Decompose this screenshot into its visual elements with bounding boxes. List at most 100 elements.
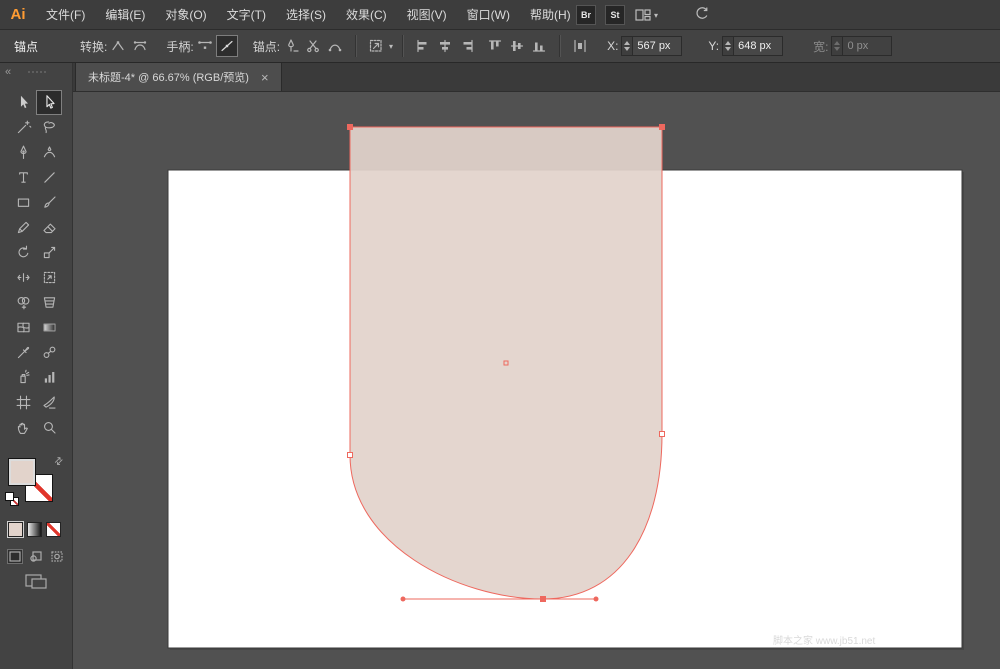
- shape-builder-tool[interactable]: [10, 290, 36, 315]
- artboard-tool[interactable]: [10, 390, 36, 415]
- magic-wand-tool[interactable]: [10, 115, 36, 140]
- rectangle-tool[interactable]: [10, 190, 36, 215]
- convert-to-smooth-button[interactable]: [129, 35, 151, 57]
- tab-close-icon[interactable]: ×: [261, 71, 269, 84]
- menu-item-2[interactable]: 对象(O): [155, 0, 216, 30]
- eraser-icon: [42, 223, 56, 234]
- direct-selection-tool[interactable]: [36, 90, 62, 115]
- curvature-tool[interactable]: [36, 140, 62, 165]
- x-stepper[interactable]: [621, 36, 633, 56]
- canvas-svg[interactable]: 脚本之家 www.jb51.net: [73, 92, 1000, 669]
- isolate-object-button[interactable]: [365, 35, 387, 57]
- width-icon: [16, 273, 30, 282]
- align-top-button[interactable]: [484, 35, 506, 57]
- hand-tool[interactable]: [10, 415, 36, 440]
- gradient-button[interactable]: [27, 522, 42, 537]
- drawing-modes: [7, 549, 65, 564]
- eyedropper-icon: [17, 346, 29, 359]
- stepper-up-icon[interactable]: [624, 41, 631, 45]
- menu-item-5[interactable]: 效果(C): [336, 0, 397, 30]
- hide-handles-button[interactable]: [215, 35, 238, 57]
- stepper-up-icon[interactable]: [725, 41, 732, 45]
- free-transform-tool[interactable]: [36, 265, 62, 290]
- pencil-tool[interactable]: [10, 215, 36, 240]
- anchor-point[interactable]: [540, 596, 546, 602]
- bridge-button[interactable]: Br: [576, 5, 596, 25]
- anchor-point[interactable]: [347, 452, 353, 458]
- workspace-switcher-button[interactable]: ▾: [634, 7, 658, 23]
- slice-tool[interactable]: [36, 390, 62, 415]
- collapse-panel-button[interactable]: «: [5, 66, 11, 78]
- eraser-tool[interactable]: [36, 215, 62, 240]
- color-button[interactable]: [8, 522, 23, 537]
- scale-tool[interactable]: [36, 240, 62, 265]
- menu-item-6[interactable]: 视图(V): [397, 0, 457, 30]
- remove-anchor-button[interactable]: [280, 35, 302, 57]
- menu-item-3[interactable]: 文字(T): [217, 0, 276, 30]
- color-type-buttons: [8, 522, 61, 537]
- anchor-point[interactable]: [347, 124, 353, 130]
- connect-endpoints-button[interactable]: [324, 35, 346, 57]
- menu-item-8[interactable]: 帮助(H): [520, 0, 581, 30]
- convert-smooth-icon: [134, 41, 147, 51]
- align-bottom-button[interactable]: [528, 35, 550, 57]
- line-segment-tool[interactable]: [36, 165, 62, 190]
- fill-color-swatch[interactable]: [8, 458, 36, 486]
- fill-stroke-swatches: ⇄: [5, 455, 66, 510]
- draw-behind-button[interactable]: [28, 549, 44, 564]
- align-left-button[interactable]: [412, 35, 434, 57]
- stock-button[interactable]: St: [605, 5, 625, 25]
- paintbrush-tool[interactable]: [36, 190, 62, 215]
- bezier-handle-point[interactable]: [593, 596, 599, 602]
- show-handles-button[interactable]: [194, 35, 216, 57]
- bezier-handle-point[interactable]: [400, 596, 406, 602]
- screen-mode-button[interactable]: [24, 573, 48, 595]
- stepper-down-icon[interactable]: [624, 47, 631, 51]
- menu-item-1[interactable]: 编辑(E): [95, 0, 155, 30]
- document-tab[interactable]: 未标题-4* @ 66.67% (RGB/预览) ×: [75, 63, 282, 91]
- type-tool[interactable]: [10, 165, 36, 190]
- default-fill-stroke-icon[interactable]: [5, 492, 19, 506]
- eyedropper-tool[interactable]: [10, 340, 36, 365]
- width-tool[interactable]: [10, 265, 36, 290]
- draw-inside-button[interactable]: [49, 549, 65, 564]
- swap-fill-stroke-icon[interactable]: ⇄: [52, 455, 66, 469]
- stepper-down-icon[interactable]: [725, 47, 732, 51]
- gradient-tool[interactable]: [36, 315, 62, 340]
- convert-to-corner-button[interactable]: [107, 35, 129, 57]
- selected-shape-path[interactable]: [349, 126, 663, 600]
- width-stepper: [831, 36, 843, 56]
- column-graph-tool[interactable]: [36, 365, 62, 390]
- perspective-grid-tool[interactable]: [36, 290, 62, 315]
- menu-item-7[interactable]: 窗口(W): [457, 0, 520, 30]
- pen-tool[interactable]: [10, 140, 36, 165]
- distribute-spacing-button[interactable]: [569, 35, 591, 57]
- align-right-button[interactable]: [456, 35, 478, 57]
- lasso-tool[interactable]: [36, 115, 62, 140]
- symbol-sprayer-tool[interactable]: [10, 365, 36, 390]
- panel-grip[interactable]: [28, 71, 46, 73]
- menu-item-4[interactable]: 选择(S): [276, 0, 336, 30]
- zoom-tool[interactable]: [36, 415, 62, 440]
- menu-item-0[interactable]: 文件(F): [36, 0, 95, 30]
- menu-bar-right: Br St ▾: [576, 0, 711, 30]
- canvas-area[interactable]: 脚本之家 www.jb51.net: [73, 92, 1000, 669]
- gradient-icon: [42, 323, 56, 332]
- mesh-tool[interactable]: [10, 315, 36, 340]
- chevron-down-icon[interactable]: ▾: [389, 42, 393, 51]
- rotate-tool[interactable]: [10, 240, 36, 265]
- align-middle-v-button[interactable]: [506, 35, 528, 57]
- align-center-h-button[interactable]: [434, 35, 456, 57]
- draw-normal-button[interactable]: [7, 549, 23, 564]
- x-input[interactable]: [632, 36, 683, 56]
- y-stepper[interactable]: [722, 36, 734, 56]
- anchor-point[interactable]: [659, 124, 665, 130]
- blend-tool[interactable]: [36, 340, 62, 365]
- none-button[interactable]: [46, 522, 61, 537]
- x-field: X:: [607, 36, 683, 56]
- anchor-point[interactable]: [659, 431, 665, 437]
- selection-tool[interactable]: [10, 90, 36, 115]
- cut-path-button[interactable]: [302, 35, 324, 57]
- y-input[interactable]: [733, 36, 784, 56]
- sync-settings-button[interactable]: [693, 5, 711, 26]
